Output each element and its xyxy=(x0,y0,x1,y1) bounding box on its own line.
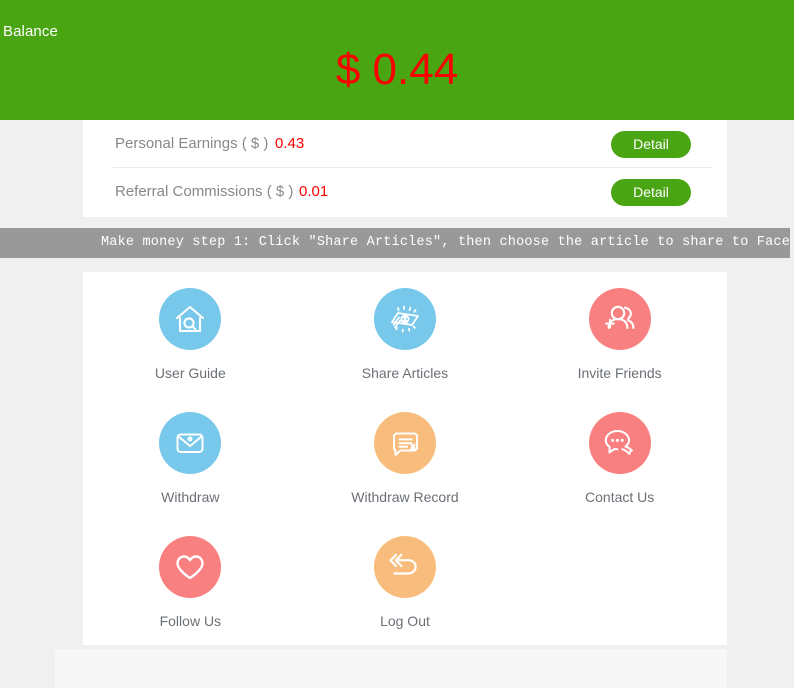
heart-icon xyxy=(159,536,222,598)
chat-bubbles-icon xyxy=(588,412,651,474)
menu-item-label: Share Articles xyxy=(361,365,449,381)
menu-item-share-articles[interactable]: Share Articles xyxy=(298,272,513,396)
menu-item-label: Contact Us xyxy=(585,489,655,505)
menu-item-label: Invite Friends xyxy=(577,365,662,381)
menu-item-user-guide[interactable]: User Guide xyxy=(83,272,298,396)
menu-card: User Guide Share Articles Invite Friends… xyxy=(83,272,727,645)
menu-item-label: Follow Us xyxy=(159,613,222,629)
page-title: Balance xyxy=(3,23,58,40)
personal-earnings-detail-button[interactable]: Detail xyxy=(611,131,691,158)
menu-grid: User Guide Share Articles Invite Friends… xyxy=(83,272,727,644)
notice-marquee: Make money step 1: Click "Share Articles… xyxy=(0,228,790,258)
balance-amount: $ 0.44 xyxy=(335,45,459,94)
table-row: Personal Earnings ( $ ) 0.43 Detail xyxy=(83,120,727,168)
bottom-panel xyxy=(55,649,727,688)
add-friends-icon xyxy=(588,288,651,350)
referral-commissions-label: Referral Commissions ( $ ) xyxy=(115,183,294,200)
menu-item-withdraw-record[interactable]: Withdraw Record xyxy=(298,396,513,520)
logout-arrow-icon xyxy=(373,536,436,598)
menu-item-invite-friends[interactable]: Invite Friends xyxy=(512,272,727,396)
notice-text: Make money step 1: Click "Share Articles… xyxy=(101,235,790,250)
menu-item-log-out[interactable]: Log Out xyxy=(298,520,513,644)
menu-item-follow-us[interactable]: Follow Us xyxy=(83,520,298,644)
earnings-card: Personal Earnings ( $ ) 0.43 Detail Refe… xyxy=(83,120,727,217)
balance-header: Balance $ 0.44 xyxy=(0,0,794,120)
menu-item-label: Withdraw xyxy=(161,489,220,505)
envelope-icon xyxy=(159,412,222,474)
menu-item-contact-us[interactable]: Contact Us xyxy=(512,396,727,520)
personal-earnings-label: Personal Earnings ( $ ) xyxy=(115,135,269,152)
menu-item-withdraw[interactable]: Withdraw xyxy=(83,396,298,520)
money-bills-icon xyxy=(373,288,436,350)
table-row: Referral Commissions ( $ ) 0.01 Detail xyxy=(83,168,727,216)
referral-commissions-value: 0.01 xyxy=(299,183,329,200)
personal-earnings-value: 0.43 xyxy=(275,135,305,152)
menu-item-label: Withdraw Record xyxy=(351,489,459,505)
referral-commissions-detail-button[interactable]: Detail xyxy=(611,179,691,206)
menu-grid-empty-cell xyxy=(512,520,727,644)
record-bubble-icon xyxy=(373,412,436,474)
menu-item-label: Log Out xyxy=(380,613,430,629)
house-search-icon xyxy=(159,288,222,350)
menu-item-label: User Guide xyxy=(154,365,226,381)
